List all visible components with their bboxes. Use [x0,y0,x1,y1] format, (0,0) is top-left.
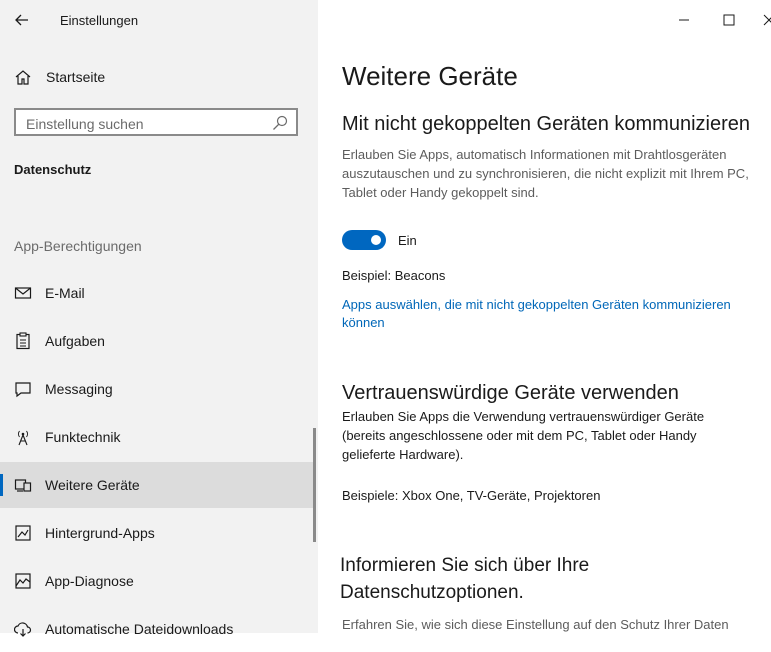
section-heading-trusted: Vertrauenswürdige Geräte verwenden [342,382,679,404]
description-line: Erfahren Sie, wie sich diese Einstellung… [342,617,729,632]
group-title: App-Berechtigungen [14,238,142,254]
close-icon[interactable] [759,10,771,30]
section-heading-unpaired: Mit nicht gekoppelten Geräten kommunizie… [342,113,750,135]
sidebar-item-label: Funktechnik [45,429,121,445]
sidebar-item-label: Automatische Dateidownloads [45,621,234,637]
description-line: (bereits angeschlossene oder mit dem PC,… [342,428,697,443]
sidebar-item-other-devices[interactable]: Weitere Geräte [0,462,316,508]
page-title: Weitere Geräte [342,61,518,91]
sidebar-item-messaging[interactable]: Messaging [0,366,316,412]
choose-apps-link-continued[interactable]: können [342,314,385,332]
sidebar-item-email[interactable]: E-Mail [0,270,316,316]
description-line: Tablet oder Handy gekoppelt sind. [342,185,539,200]
back-arrow-icon [15,14,28,26]
sidebar-item-label: App-Diagnose [45,573,134,589]
cloud-download-icon [14,622,32,637]
sidebar-item-tasks[interactable]: Aufgaben [0,318,316,364]
title-bar: Einstellungen [0,0,318,40]
home-icon [15,70,31,85]
selection-indicator [0,474,3,496]
search-input[interactable]: Einstellung suchen [14,108,298,136]
sidebar-item-label: Weitere Geräte [45,477,140,493]
description-line: gelieferte Hardware). [342,447,464,462]
app-title: Einstellungen [60,13,139,28]
toggle-knob [371,235,381,245]
message-icon [15,382,31,398]
toggle-state-label: Ein [398,233,417,248]
main-content: Weitere Geräte Mit nicht gekoppelten Ger… [318,0,771,633]
sidebar: Einstellungen Startseite Einstellung suc… [0,0,318,637]
sidebar-item-label: Messaging [45,381,113,397]
minimize-icon[interactable] [674,10,694,30]
devices-icon [14,479,32,492]
clipboard-icon [16,332,30,350]
choose-apps-link[interactable]: Apps auswählen, die mit nicht gekoppelte… [342,296,731,314]
sidebar-item-label: Hintergrund-Apps [45,525,155,541]
back-button[interactable] [10,10,34,30]
description-line: auszutauschen und zu synchronisieren, di… [342,166,749,181]
home-label: Startseite [46,69,106,85]
diagnostics-icon [15,573,31,589]
sidebar-item-label: Aufgaben [45,333,105,349]
example-text: Beispiele: Xbox One, TV-Geräte, Projekto… [342,488,601,503]
maximize-icon[interactable] [719,10,739,30]
sidebar-item-radios[interactable]: Funktechnik [0,414,316,460]
sidebar-item-app-diagnostics[interactable]: App-Diagnose [0,558,316,604]
mail-icon [14,287,32,299]
search-icon[interactable] [272,115,288,131]
section-title: Datenschutz [14,162,92,177]
description-line: Erlauben Sie Apps, automatisch Informati… [342,147,727,162]
sidebar-item-auto-downloads[interactable]: Automatische Dateidownloads [0,606,316,652]
sidebar-scrollbar[interactable] [313,428,316,542]
section-heading-privacy-continued: Datenschutzoptionen. [340,582,524,603]
unpaired-devices-toggle[interactable] [342,230,386,250]
background-apps-icon [15,525,31,541]
example-text: Beispiel: Beacons [342,268,446,283]
sidebar-item-home[interactable]: Startseite [0,62,318,92]
sidebar-item-background-apps[interactable]: Hintergrund-Apps [0,510,316,556]
search-placeholder: Einstellung suchen [26,116,144,132]
radio-antenna-icon [18,430,28,446]
sidebar-item-label: E-Mail [45,285,85,301]
section-heading-privacy: Informieren Sie sich über Ihre [340,555,590,576]
description-line: Erlauben Sie Apps die Verwendung vertrau… [342,409,705,424]
